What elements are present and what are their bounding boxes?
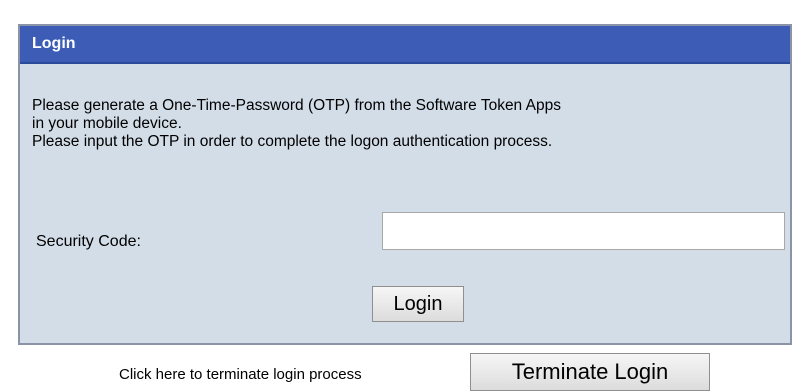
login-panel: Login Please generate a One-Time-Passwor… <box>18 24 792 345</box>
terminate-login-button[interactable]: Terminate Login <box>470 353 710 391</box>
panel-title: Login <box>32 35 76 52</box>
terminate-instruction: Click here to terminate login process <box>119 366 362 383</box>
instruction-message: Please generate a One-Time-Password (OTP… <box>32 97 561 151</box>
security-code-input[interactable] <box>382 212 785 250</box>
instruction-line: Please generate a One-Time-Password (OTP… <box>32 97 561 114</box>
instruction-line: in your mobile device. <box>32 115 182 132</box>
login-button[interactable]: Login <box>372 286 464 322</box>
instruction-line: Please input the OTP in order to complet… <box>32 133 553 150</box>
panel-header: Login <box>20 26 790 64</box>
security-code-label: Security Code: <box>36 233 141 250</box>
